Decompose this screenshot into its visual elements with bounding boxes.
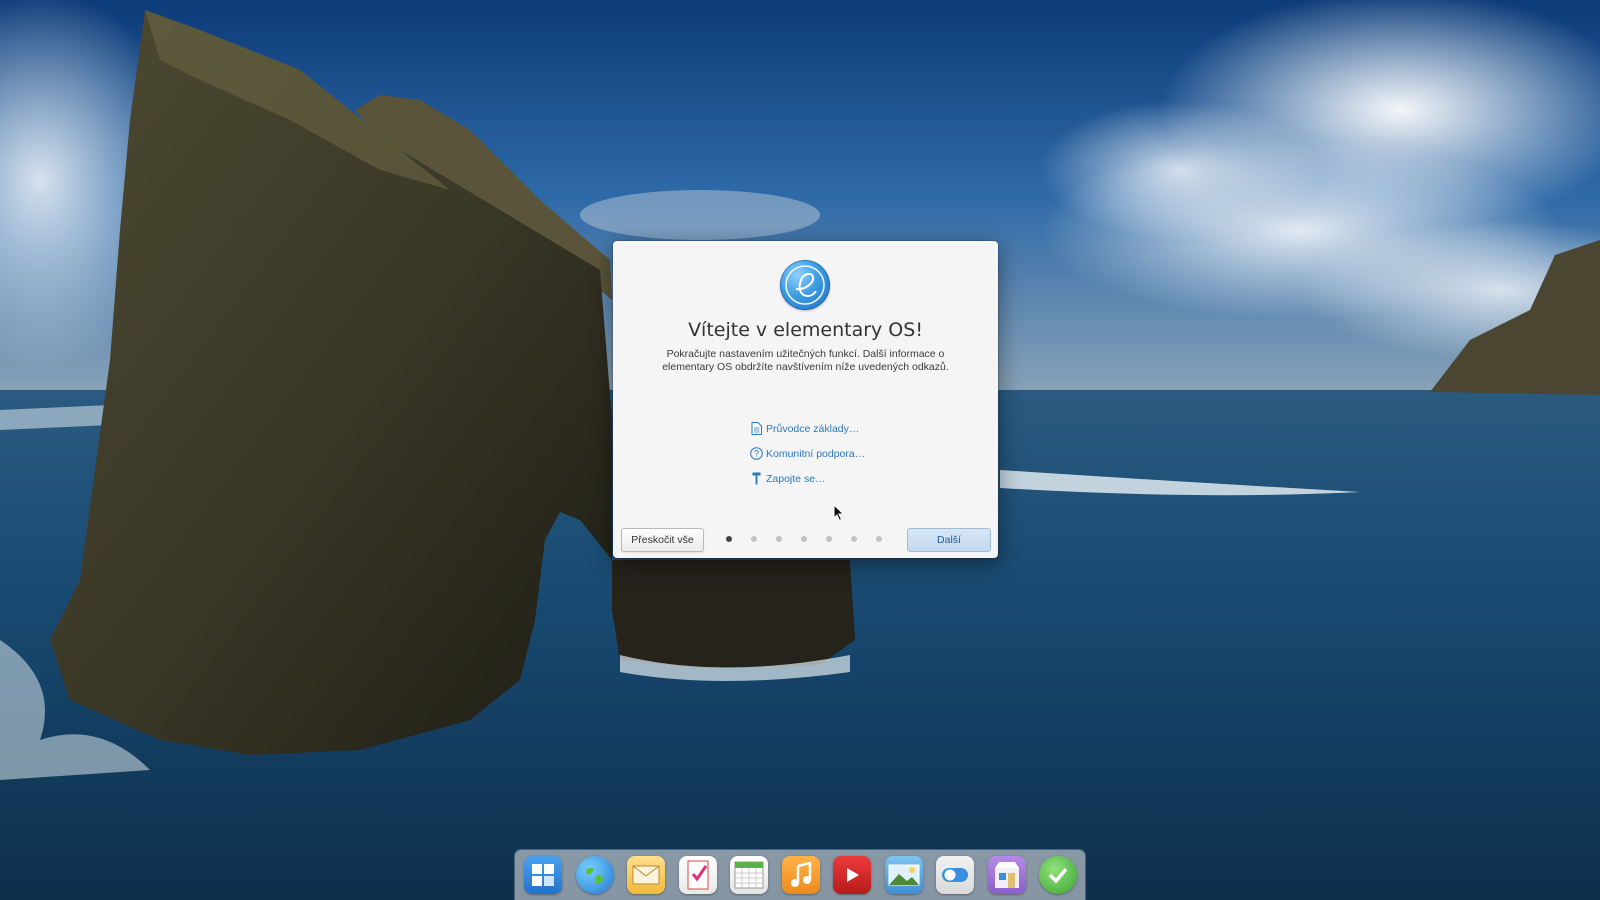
appcenter-icon	[994, 862, 1019, 888]
mouse-pointer-icon	[833, 503, 845, 527]
dock-multitasking-view[interactable]	[524, 856, 562, 894]
page-dot-3[interactable]	[776, 536, 782, 542]
dock-mail[interactable]	[627, 856, 665, 894]
video-icon	[847, 868, 859, 882]
globe-icon	[585, 867, 604, 885]
welcome-dialog: Vítejte v elementary OS! Pokračujte nast…	[613, 241, 998, 558]
link-basics-guide-label: Průvodce základy…	[766, 422, 860, 435]
link-community-support[interactable]: ? Komunitní podpora…	[749, 441, 865, 466]
multitasking-icon	[532, 864, 554, 886]
calendar-icon	[734, 861, 764, 889]
checkmark-icon	[1048, 867, 1068, 884]
welcome-title: Vítejte v elementary OS!	[688, 319, 923, 341]
page-dot-6[interactable]	[851, 536, 857, 542]
link-basics-guide[interactable]: Průvodce základy…	[749, 416, 865, 441]
dock-web-browser[interactable]	[575, 856, 614, 894]
dock-calendar[interactable]	[730, 856, 768, 894]
dock-appcenter[interactable]	[987, 856, 1026, 894]
mail-icon	[632, 865, 660, 885]
elementary-logo-icon	[780, 260, 830, 310]
dock	[515, 850, 1085, 900]
dock-photos[interactable]	[884, 856, 923, 894]
page-dot-4[interactable]	[801, 536, 807, 542]
skip-all-button[interactable]: Přeskočit vše	[621, 528, 704, 552]
help-links: Průvodce základy… ? Komunitní podpora… Z…	[749, 416, 865, 491]
page-dot-5[interactable]	[826, 536, 832, 542]
dock-updates[interactable]	[1039, 856, 1077, 894]
photos-icon	[888, 864, 919, 886]
link-get-involved[interactable]: Zapojte se…	[749, 466, 865, 491]
document-icon	[749, 422, 763, 436]
link-get-involved-label: Zapojte se…	[766, 472, 826, 485]
tasks-icon	[687, 860, 708, 890]
dock-music[interactable]	[781, 856, 820, 894]
hammer-icon	[749, 472, 763, 486]
link-community-support-label: Komunitní podpora…	[766, 447, 866, 460]
svg-text:?: ?	[753, 449, 758, 459]
dock-system-settings[interactable]	[936, 856, 974, 894]
next-button[interactable]: Další	[907, 528, 991, 552]
page-indicator	[726, 536, 901, 542]
music-icon	[790, 862, 811, 887]
page-dot-1[interactable]	[726, 536, 732, 542]
help-icon: ?	[749, 447, 763, 461]
dock-tasks[interactable]	[678, 856, 717, 894]
page-dot-2[interactable]	[751, 536, 757, 542]
page-dot-7[interactable]	[876, 536, 882, 542]
welcome-subtitle: Pokračujte nastavením užitečných funkcí.…	[662, 348, 949, 373]
dock-videos[interactable]	[833, 856, 871, 894]
settings-toggle-icon	[942, 868, 968, 882]
